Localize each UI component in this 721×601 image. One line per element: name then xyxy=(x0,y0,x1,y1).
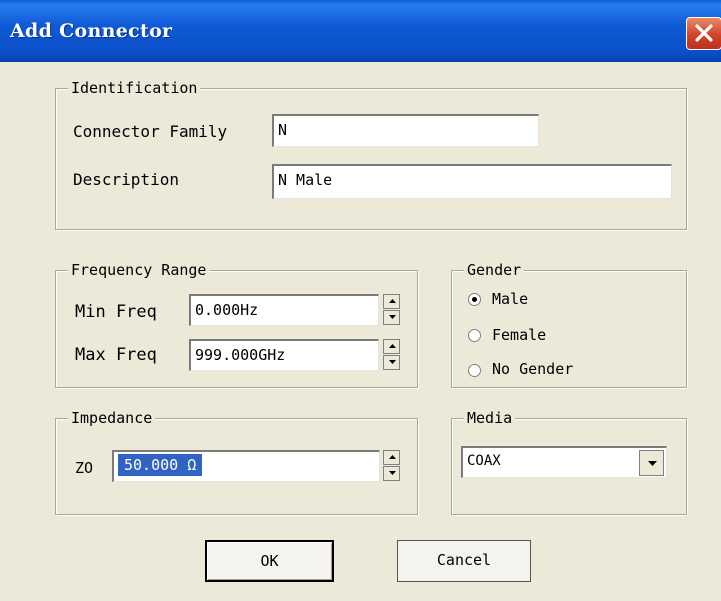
add-connector-dialog: Add Connector Identification Connector F… xyxy=(0,0,721,601)
arrow-down-icon xyxy=(389,471,396,475)
media-legend: Media xyxy=(464,408,516,428)
max-freq-spinner[interactable] xyxy=(383,339,400,370)
arrow-down-icon xyxy=(389,360,396,364)
arrow-down-icon xyxy=(389,315,396,319)
impedance-value: 50.000 Ω xyxy=(118,454,203,476)
chevron-down-icon xyxy=(648,461,657,466)
gender-male-radio[interactable] xyxy=(468,293,481,306)
gender-legend: Gender xyxy=(464,260,525,280)
z0-label: ZO xyxy=(75,459,94,477)
impedance-input[interactable]: 50.000 Ω xyxy=(112,450,380,482)
max-freq-up-button[interactable] xyxy=(383,339,400,354)
min-freq-down-button[interactable] xyxy=(383,310,400,325)
arrow-up-icon xyxy=(389,344,396,348)
impedance-legend: Impedance xyxy=(68,408,156,428)
max-freq-label: Max Freq xyxy=(75,345,157,365)
window-title: Add Connector xyxy=(10,20,173,42)
arrow-up-icon xyxy=(389,299,396,303)
cancel-button[interactable]: Cancel xyxy=(397,540,531,582)
min-freq-label: Min Freq xyxy=(75,302,157,322)
title-bar[interactable]: Add Connector xyxy=(0,0,721,62)
ok-button[interactable]: OK xyxy=(205,540,334,582)
connector-family-label: Connector Family xyxy=(73,122,228,141)
gender-female-label[interactable]: Female xyxy=(492,325,546,345)
min-freq-spinner[interactable] xyxy=(383,294,400,325)
radio-selected-dot xyxy=(472,297,477,302)
gender-male-label[interactable]: Male xyxy=(492,289,528,309)
close-button[interactable] xyxy=(686,17,721,50)
max-freq-down-button[interactable] xyxy=(383,355,400,370)
identification-legend: Identification xyxy=(68,78,201,98)
identification-group: Identification xyxy=(55,78,687,230)
media-selected-value: COAX xyxy=(467,453,501,469)
max-freq-input[interactable]: 999.000GHz xyxy=(189,339,379,371)
close-icon xyxy=(695,24,713,42)
media-select[interactable]: COAX xyxy=(461,446,667,478)
description-input[interactable]: N Male xyxy=(272,164,672,199)
media-dropdown-button[interactable] xyxy=(639,450,664,476)
impedance-down-button[interactable] xyxy=(383,466,400,481)
gender-female-radio[interactable] xyxy=(468,329,481,342)
gender-no-gender-radio[interactable] xyxy=(468,364,481,377)
description-label: Description xyxy=(73,170,179,189)
gender-no-gender-label[interactable]: No Gender xyxy=(492,359,573,379)
frequency-range-legend: Frequency Range xyxy=(68,260,210,280)
impedance-up-button[interactable] xyxy=(383,450,400,465)
min-freq-input[interactable]: 0.000Hz xyxy=(189,294,379,326)
impedance-spinner[interactable] xyxy=(383,450,400,481)
connector-family-input[interactable]: N xyxy=(272,114,539,147)
arrow-up-icon xyxy=(389,455,396,459)
min-freq-up-button[interactable] xyxy=(383,294,400,309)
